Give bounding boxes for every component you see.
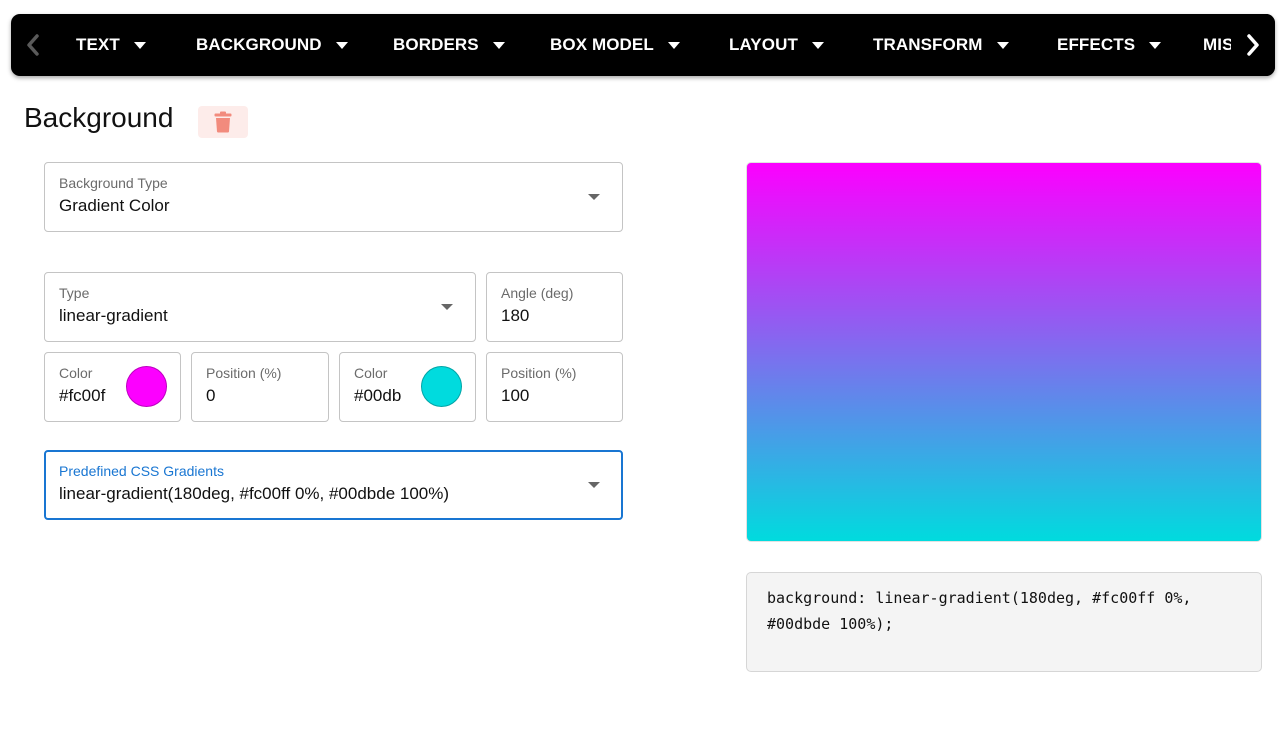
dropdown-arrow-icon (441, 304, 453, 310)
nav-tab-borders[interactable]: BORDERS (393, 14, 505, 76)
position-label: Position (%) (501, 365, 577, 381)
position-stop-1-input[interactable]: Position (%) 0 (191, 352, 329, 422)
nav-tab-transform[interactable]: TRANSFORM (873, 14, 1009, 76)
nav-tab-effects[interactable]: EFFECTS (1057, 14, 1162, 76)
nav-tabs: TEXT BACKGROUND BORDERS BOX MODEL LAYOUT… (11, 14, 1231, 76)
gradient-type-select[interactable]: Type linear-gradient (44, 272, 476, 342)
gradient-type-value: linear-gradient (59, 306, 168, 325)
position-value: 0 (206, 386, 216, 405)
delete-button[interactable] (198, 106, 248, 138)
background-type-value: Gradient Color (59, 196, 170, 215)
nav-tab-label: BOX MODEL (550, 35, 654, 54)
nav-tab-label: EFFECTS (1057, 35, 1136, 54)
css-code-output[interactable]: background: linear-gradient(180deg, #fc0… (746, 572, 1262, 672)
chevron-right-icon (1247, 34, 1259, 56)
color-stop-2-input[interactable]: Color #00db (339, 352, 476, 422)
color-value: #00db (354, 386, 402, 405)
chevron-left-icon (27, 34, 39, 56)
chevron-down-icon (811, 41, 824, 49)
nav-tab-label: TEXT (76, 35, 120, 54)
position-value: 100 (501, 386, 530, 405)
predefined-gradients-label: Predefined CSS Gradients (59, 463, 224, 479)
scroll-right-button[interactable] (1231, 14, 1275, 76)
dropdown-arrow-icon (588, 194, 600, 200)
nav-tab-box-model[interactable]: BOX MODEL (550, 14, 680, 76)
nav-tab-misc[interactable]: MISC (1203, 14, 1231, 76)
color-value: #fc00f (59, 386, 106, 405)
nav-tab-text[interactable]: TEXT (76, 14, 146, 76)
angle-value: 180 (501, 306, 530, 325)
chevron-down-icon (1149, 41, 1162, 49)
nav-tab-label: MISC (1203, 35, 1231, 54)
chevron-down-icon (133, 41, 146, 49)
color-swatch[interactable] (126, 366, 167, 407)
nav-tab-background[interactable]: BACKGROUND (196, 14, 348, 76)
position-stop-2-input[interactable]: Position (%) 100 (486, 352, 623, 422)
scroll-left-button[interactable] (11, 14, 55, 76)
chevron-down-icon (996, 41, 1009, 49)
color-stop-1-input[interactable]: Color #fc00f (44, 352, 181, 422)
nav-tab-label: BORDERS (393, 35, 479, 54)
gradient-preview (746, 162, 1262, 542)
color-label: Color (59, 365, 93, 381)
page-title: Background (24, 102, 174, 133)
angle-label: Angle (deg) (501, 285, 574, 301)
chevron-down-icon (492, 41, 505, 49)
nav-tab-label: TRANSFORM (873, 35, 983, 54)
css-code-text: background: linear-gradient(180deg, #fc0… (767, 589, 1192, 633)
chevron-down-icon (667, 41, 680, 49)
nav-tab-label: BACKGROUND (196, 35, 322, 54)
position-label: Position (%) (206, 365, 282, 381)
predefined-gradients-select[interactable]: Predefined CSS Gradients linear-gradient… (44, 450, 623, 520)
angle-input[interactable]: Angle (deg) 180 (486, 272, 623, 342)
background-type-label: Background Type (59, 175, 168, 191)
dropdown-arrow-icon (588, 482, 600, 488)
trash-icon (214, 111, 232, 133)
chevron-down-icon (335, 41, 348, 49)
predefined-gradients-value: linear-gradient(180deg, #fc00ff 0%, #00d… (59, 484, 450, 503)
background-type-select[interactable]: Background Type Gradient Color (44, 162, 623, 232)
color-swatch[interactable] (421, 366, 462, 407)
gradient-type-label: Type (59, 285, 90, 301)
nav-tab-layout[interactable]: LAYOUT (729, 14, 824, 76)
top-navbar: TEXT BACKGROUND BORDERS BOX MODEL LAYOUT… (11, 14, 1275, 76)
nav-tab-label: LAYOUT (729, 35, 798, 54)
color-label: Color (354, 365, 388, 381)
